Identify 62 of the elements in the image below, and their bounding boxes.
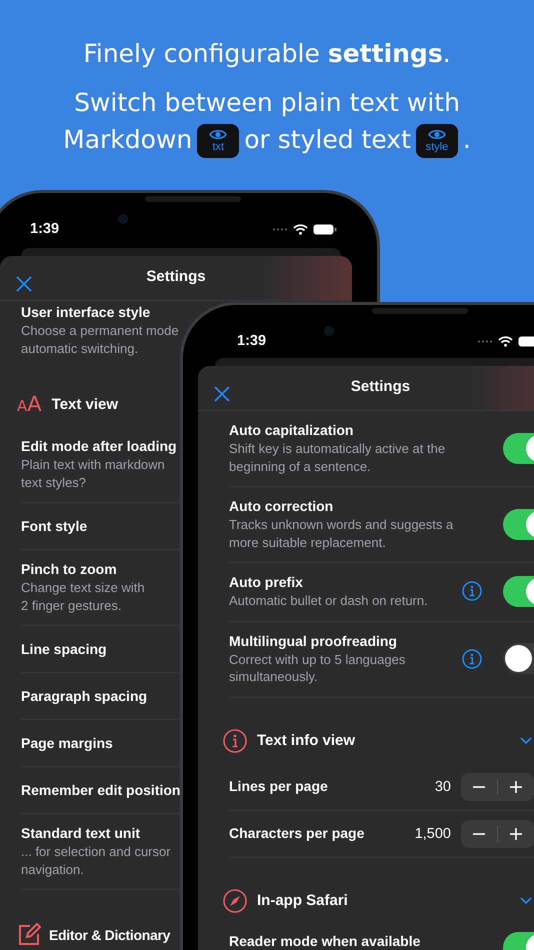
setting-description: Change text size with 2 finger gestures. bbox=[21, 579, 145, 614]
plus-button[interactable]: + bbox=[498, 772, 534, 800]
headline-text: or styled text bbox=[244, 125, 411, 154]
minus-button[interactable]: − bbox=[461, 820, 497, 848]
setting-title: Auto correction bbox=[229, 497, 334, 516]
setting-description: Shift key is automatically active at the beginning of a sentence. bbox=[229, 440, 446, 475]
minus-button[interactable]: − bbox=[461, 772, 497, 800]
setting-description: Correct with up to 5 languages simultaneously. bbox=[229, 650, 406, 686]
setting-title: Multilingual proofreading bbox=[229, 632, 397, 650]
info-icon bbox=[223, 728, 247, 752]
setting-title: Edit mode after loading bbox=[21, 437, 177, 456]
setting-title: Characters per page bbox=[229, 824, 364, 843]
signal-icon bbox=[477, 340, 493, 342]
setting-description: Tracks unknown words and suggests a more suitable replacement. bbox=[229, 516, 454, 551]
signal-icon bbox=[272, 228, 288, 230]
setting-description: ... for selection and cursor navigation. bbox=[21, 843, 171, 878]
setting-description: Choose a permanent mode automatic switching. bbox=[21, 322, 179, 357]
setting-title: User interface style bbox=[21, 303, 150, 322]
setting-value: 30 bbox=[434, 778, 451, 794]
camera-icon bbox=[118, 214, 128, 224]
info-icon[interactable] bbox=[462, 581, 482, 602]
status-time: 1:39 bbox=[30, 221, 60, 237]
section-title: Text info view bbox=[257, 732, 356, 749]
compass-icon bbox=[223, 888, 247, 912]
battery-icon bbox=[313, 224, 337, 234]
chevron-icon[interactable] bbox=[520, 896, 532, 904]
edit-icon bbox=[17, 923, 41, 947]
setting-title: Remember edit position bbox=[21, 780, 180, 800]
setting-value: 1,500 bbox=[414, 826, 451, 842]
status-time: 1:39 bbox=[237, 333, 266, 349]
setting-description: Automatic bullet or dash on return. bbox=[229, 592, 428, 610]
eye-badge: txt bbox=[197, 124, 240, 158]
headline-text: Switch between plain text with bbox=[74, 88, 460, 117]
setting-title: Reader mode when available bbox=[229, 932, 420, 950]
text-size-icon: AA bbox=[17, 394, 42, 414]
sheet-title: Settings bbox=[350, 378, 410, 394]
setting-description: Plain text with markdown text styles? bbox=[21, 456, 165, 491]
headline-text: Markdown bbox=[63, 125, 192, 154]
setting-title: Auto capitalization bbox=[229, 421, 354, 440]
setting-title: Pinch to zoom bbox=[21, 560, 117, 579]
setting-title: Page margins bbox=[21, 734, 113, 752]
plus-button[interactable]: + bbox=[498, 820, 534, 848]
setting-title: Font style bbox=[21, 516, 88, 536]
eye-badge: style bbox=[416, 124, 458, 158]
chevron-icon[interactable] bbox=[520, 736, 532, 744]
wifi-icon bbox=[498, 336, 513, 346]
close-icon[interactable] bbox=[16, 276, 32, 292]
section-title: Text view bbox=[52, 396, 118, 412]
wifi-icon bbox=[293, 224, 308, 234]
info-icon[interactable] bbox=[462, 648, 482, 668]
setting-title: Line spacing bbox=[21, 640, 107, 658]
section-title: Editor & Dictionary bbox=[49, 927, 170, 943]
setting-title: Standard text unit bbox=[21, 824, 140, 843]
setting-title: Auto prefix bbox=[229, 573, 303, 592]
setting-title: Lines per page bbox=[229, 777, 328, 796]
section-title: In-app Safari bbox=[257, 892, 348, 909]
headline: Finely configurable settings. bbox=[82, 38, 452, 70]
camera-icon bbox=[324, 326, 334, 336]
sheet-title: Settings bbox=[146, 268, 206, 284]
headline-text: . bbox=[462, 125, 471, 154]
setting-title: Paragraph spacing bbox=[21, 686, 148, 706]
close-icon[interactable] bbox=[214, 386, 230, 402]
